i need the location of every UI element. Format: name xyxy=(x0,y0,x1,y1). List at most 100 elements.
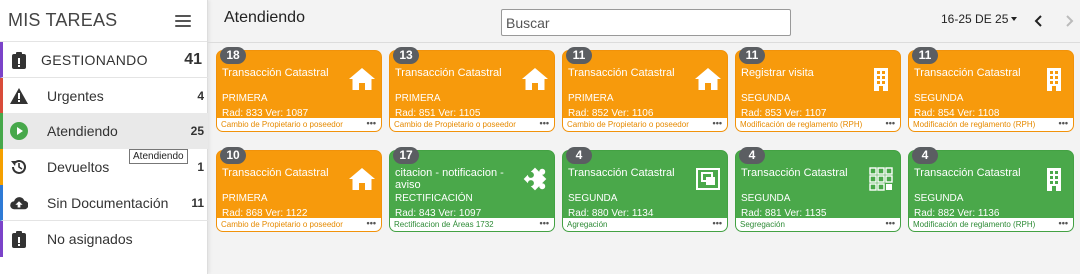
task-card[interactable]: 11 Registrar visita SEGUNDA Rad: 853 Ver: 1… xyxy=(735,47,901,132)
play-circle-icon xyxy=(10,122,28,140)
card-priority: PRIMERA xyxy=(395,93,441,104)
card-title: Transacción Catastral xyxy=(914,67,1021,79)
puzzle-icon xyxy=(521,166,549,192)
caret-down-icon xyxy=(1011,17,1018,21)
task-card[interactable]: 18 Transacción Catastral PRIMERA Rad: 833 V… xyxy=(216,47,382,132)
card-title: Transacción Catastral xyxy=(222,167,329,179)
card-footer-label: Cambio de Propietario o poseedor xyxy=(567,120,689,129)
card-footer: Modificación de reglamento (RPH) ••• xyxy=(909,218,1073,231)
building-icon xyxy=(1040,166,1068,192)
search-input[interactable] xyxy=(501,9,791,36)
task-card-grid: 18 Transacción Catastral PRIMERA Rad: 833 V… xyxy=(216,47,1080,250)
card-footer: Modificación de reglamento (RPH) ••• xyxy=(909,118,1073,131)
tooltip: Atendiendo xyxy=(129,149,188,164)
card-footer: Cambio de Propietario o poseedor ••• xyxy=(390,118,554,131)
more-options-icon[interactable]: ••• xyxy=(1059,218,1068,228)
task-card[interactable]: 17 citacion - notificacion - aviso RECTIFI… xyxy=(389,147,555,232)
card-count-badge: 11 xyxy=(566,47,592,64)
warning-icon xyxy=(10,87,28,105)
hamburger-menu-icon[interactable] xyxy=(175,14,191,27)
cloud-upload-icon xyxy=(10,194,28,212)
house-icon xyxy=(348,66,376,92)
card-title: Registrar visita xyxy=(741,67,814,79)
task-card[interactable]: 11 Transacción Catastral PRIMERA Rad: 852 V… xyxy=(562,47,728,132)
task-card[interactable]: 13 Transacción Catastral PRIMERA Rad: 851 V… xyxy=(389,47,555,132)
card-footer: Cambio de Propietario o poseedor ••• xyxy=(563,118,727,131)
sidebar-item-label: Atendiendo xyxy=(47,123,118,139)
task-card[interactable]: 11 Transacción Catastral SEGUNDA Rad: 854 V… xyxy=(908,47,1074,132)
card-priority: SEGUNDA xyxy=(914,93,964,104)
chevron-left-icon xyxy=(1034,15,1042,27)
header-divider xyxy=(208,42,1080,43)
more-options-icon[interactable]: ••• xyxy=(713,218,722,228)
building-icon xyxy=(867,66,895,92)
more-options-icon[interactable]: ••• xyxy=(886,218,895,228)
sidebar-item-count: 11 xyxy=(191,195,204,210)
card-priority: RECTIFICACIÓN xyxy=(395,193,473,204)
card-title: Transacción Catastral xyxy=(741,167,848,179)
more-options-icon[interactable]: ••• xyxy=(886,118,895,128)
sidebar-item-gestionando[interactable]: GESTIONANDO 41 xyxy=(0,42,208,78)
card-footer: Modificación de reglamento (RPH) ••• xyxy=(736,118,900,131)
sidebar-item-label: Sin Documentación xyxy=(47,194,169,211)
clipboard-alert-icon xyxy=(10,51,28,69)
card-priority: PRIMERA xyxy=(222,193,268,204)
sidebar-title: MIS TAREAS xyxy=(8,10,118,30)
more-options-icon[interactable]: ••• xyxy=(367,118,376,128)
card-footer: Cambio de Propietario o poseedor ••• xyxy=(217,218,381,231)
chevron-right-icon xyxy=(1066,15,1074,27)
card-count-badge: 11 xyxy=(912,47,938,64)
building-icon xyxy=(1040,66,1068,92)
task-card[interactable]: 4 Transacción Catastral SEGUNDA Rad: 882 Ve… xyxy=(908,147,1074,232)
sidebar-item-count: 25 xyxy=(190,124,204,138)
sidebar: MIS TAREAS GESTIONANDO 41 Urgentes 4 Ate… xyxy=(0,0,208,274)
card-title: Transacción Catastral xyxy=(568,167,675,179)
card-footer-label: Modificación de reglamento (RPH) xyxy=(913,220,1036,229)
next-page-button[interactable] xyxy=(1060,12,1078,30)
house-icon xyxy=(348,166,376,192)
task-card[interactable]: 10 Transacción Catastral PRIMERA Rad: 868 V… xyxy=(216,147,382,232)
card-count-badge: 11 xyxy=(739,47,765,64)
card-title: citacion - notificacion - aviso xyxy=(395,167,504,191)
history-icon xyxy=(10,158,28,176)
more-options-icon[interactable]: ••• xyxy=(540,118,549,128)
sidebar-item-count: 1 xyxy=(197,160,204,174)
previous-page-button[interactable] xyxy=(1030,12,1048,30)
card-priority: PRIMERA xyxy=(568,93,614,104)
card-count-badge: 13 xyxy=(393,47,419,64)
task-card[interactable]: 4 Transacción Catastral SEGUNDA Rad: 880 Ve… xyxy=(562,147,728,232)
sidebar-item-urgentes[interactable]: Urgentes 4 xyxy=(0,78,208,114)
more-options-icon[interactable]: ••• xyxy=(713,118,722,128)
sidebar-item-label: No asignados xyxy=(47,231,133,247)
card-footer-label: Cambio de Propietario o poseedor xyxy=(394,120,516,129)
card-count-badge: 4 xyxy=(739,147,765,164)
card-priority: SEGUNDA xyxy=(741,193,791,204)
sidebar-item-atendiendo[interactable]: Atendiendo 25 xyxy=(0,113,208,149)
card-count-badge: 4 xyxy=(912,147,938,164)
card-title: Transacción Catastral xyxy=(222,67,329,79)
task-card[interactable]: 4 Transacción Catastral SEGUNDA Rad: 881 Ve… xyxy=(735,147,901,232)
card-footer-label: Segregación xyxy=(740,220,785,229)
more-options-icon[interactable]: ••• xyxy=(367,218,376,228)
card-count-badge: 17 xyxy=(393,147,419,164)
card-footer-label: Modificación de reglamento (RPH) xyxy=(913,120,1036,129)
more-options-icon[interactable]: ••• xyxy=(1059,118,1068,128)
sidebar-item-label: GESTIONANDO xyxy=(41,51,148,68)
card-priority: SEGUNDA xyxy=(741,93,791,104)
card-footer: Cambio de Propietario o poseedor ••• xyxy=(217,118,381,131)
sidebar-item-sin-documentacion[interactable]: Sin Documentación 11 xyxy=(0,185,208,221)
pagination-label: 16-25 DE 25 xyxy=(941,12,1009,26)
card-priority: PRIMERA xyxy=(222,93,268,104)
card-footer-label: Agregación xyxy=(567,220,608,229)
house-icon xyxy=(694,66,722,92)
card-footer-label: Modificación de reglamento (RPH) xyxy=(740,120,863,129)
card-priority: SEGUNDA xyxy=(568,193,618,204)
more-options-icon[interactable]: ••• xyxy=(540,218,549,228)
card-title: Transacción Catastral xyxy=(395,67,502,79)
pagination-dropdown[interactable]: 16-25 DE 25 xyxy=(941,12,1018,26)
sidebar-header: MIS TAREAS xyxy=(0,0,207,42)
card-footer-label: Cambio de Propietario o poseedor xyxy=(221,120,343,129)
grid-icon xyxy=(867,166,895,192)
card-footer-label: Cambio de Propietario o poseedor xyxy=(221,220,343,229)
sidebar-item-no-asignados[interactable]: No asignados xyxy=(0,221,208,257)
